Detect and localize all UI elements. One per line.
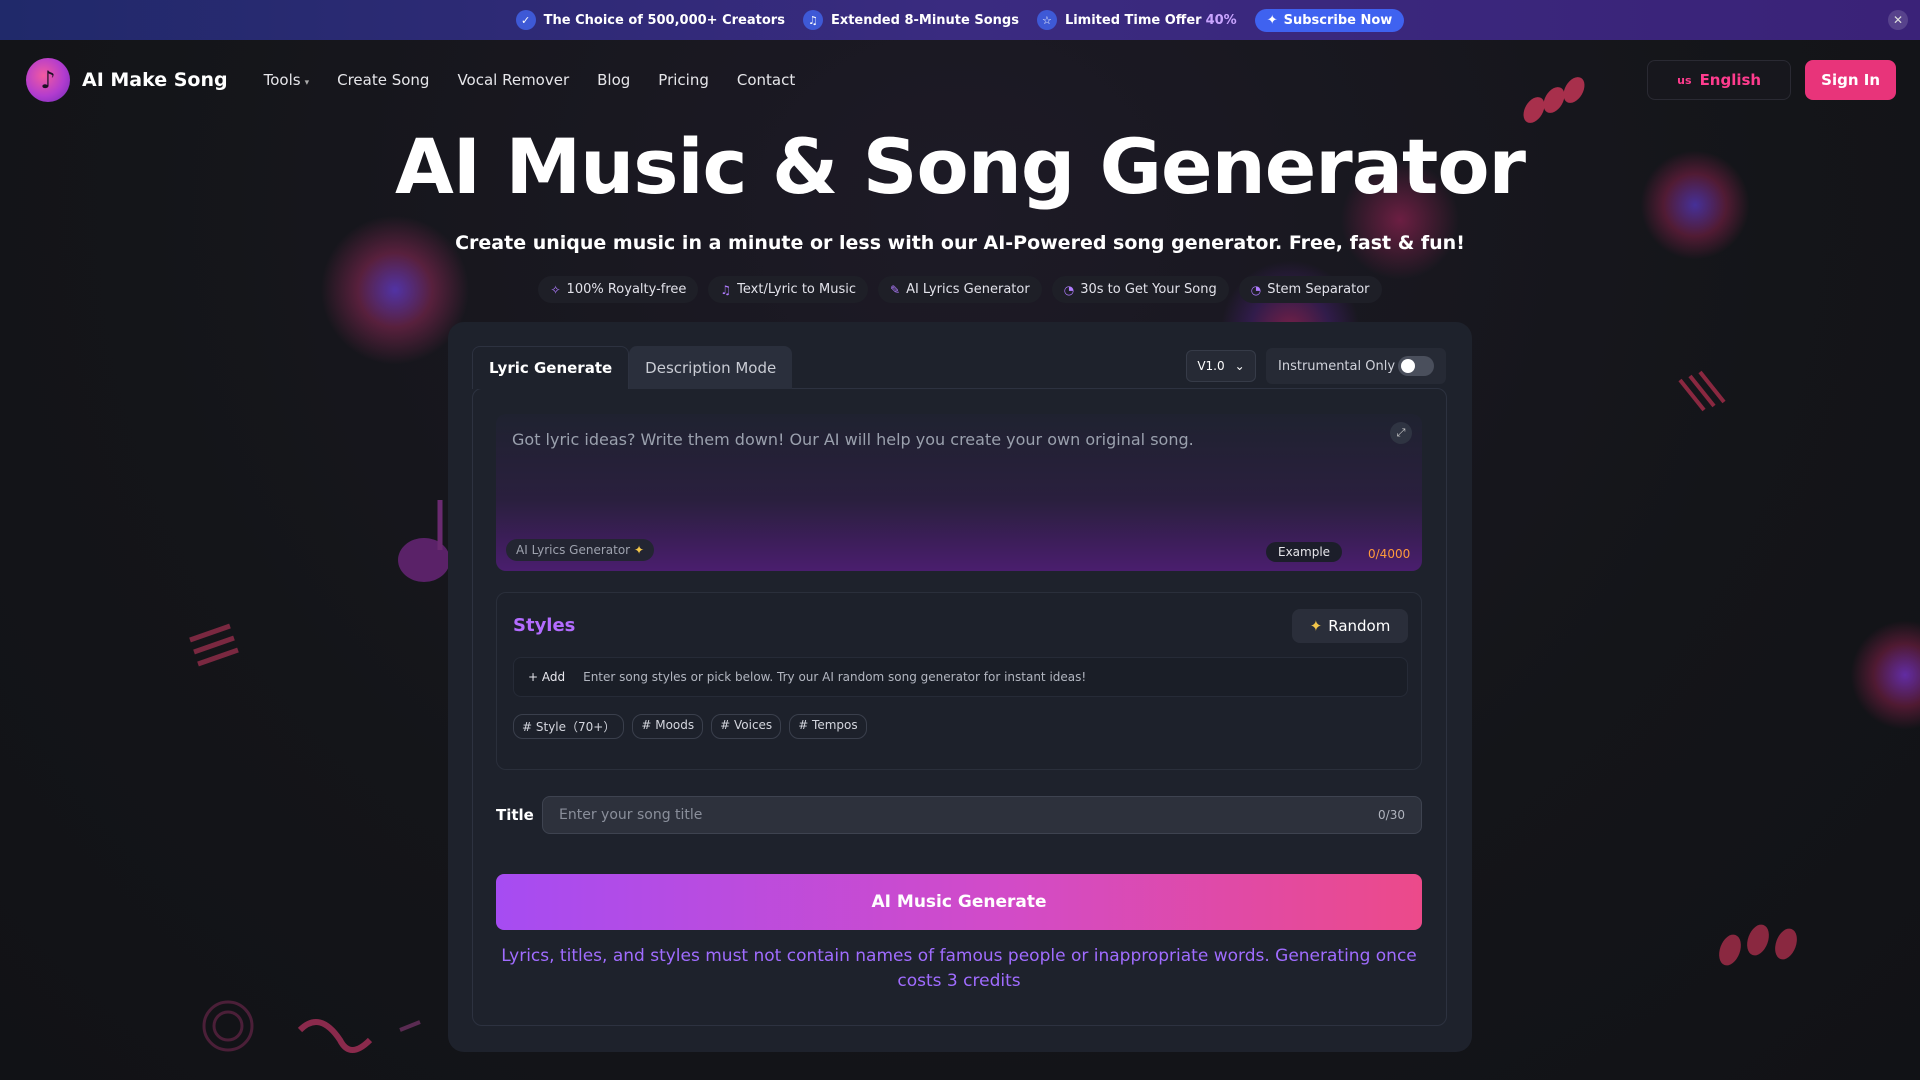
- chip-label: Text/Lyric to Music: [737, 282, 856, 297]
- sign-in-button[interactable]: Sign In: [1805, 60, 1896, 100]
- chip-label: Stem Separator: [1267, 282, 1370, 297]
- toggle-knob: [1401, 359, 1415, 373]
- top-nav: ♪ AI Make Song Tools ▾ Create Song Vocal …: [0, 40, 1920, 120]
- pen-icon: ✎: [890, 282, 901, 297]
- background-glow: [1850, 620, 1920, 730]
- page-title: AI Music & Song Generator: [394, 122, 1526, 211]
- lyrics-placeholder: Got lyric ideas? Write them down! Our AI…: [512, 430, 1194, 449]
- feature-chip: ◔ 30s to Get Your Song: [1051, 276, 1229, 303]
- nav-item-contact[interactable]: Contact: [737, 71, 795, 89]
- version-select[interactable]: V1.0 ⌄: [1186, 350, 1256, 382]
- page: ✓ The Choice of 500,000+ Creators ♫ Exte…: [0, 0, 1920, 1080]
- chevron-down-icon: ▾: [304, 78, 310, 88]
- chip-label: 30s to Get Your Song: [1080, 282, 1217, 297]
- ai-lyrics-label: AI Lyrics Generator: [516, 543, 631, 557]
- timer-icon: ◔: [1063, 282, 1075, 297]
- banner-item-label: Limited Time Offer: [1064, 12, 1202, 28]
- chip-label: 100% Royalty-free: [566, 282, 687, 297]
- stripes-decoration-icon: [1678, 370, 1726, 412]
- brand-name: AI Make Song: [82, 69, 228, 91]
- stripes-decoration-icon: [189, 623, 239, 667]
- brand-logo[interactable]: ♪ AI Make Song: [26, 58, 228, 102]
- music-note-icon: ♫: [802, 10, 823, 30]
- language-selector[interactable]: us English: [1647, 60, 1792, 100]
- us-flag-icon: us: [1677, 73, 1692, 87]
- nav-item-label: Tools: [263, 71, 301, 89]
- logo-icon: ♪: [26, 58, 70, 102]
- banner-item-label: The Choice of 500,000+ Creators: [543, 12, 785, 28]
- language-label: English: [1699, 71, 1762, 89]
- nav-item-create-song[interactable]: Create Song: [337, 71, 429, 89]
- instrumental-toggle-group: Instrumental Only: [1266, 348, 1446, 384]
- timer-icon: ◔: [1250, 282, 1262, 297]
- nav-item-tools[interactable]: Tools ▾: [264, 71, 309, 89]
- sparkle-icon: ✦: [633, 543, 645, 557]
- ai-lyrics-generator-button[interactable]: AI Lyrics Generator ✦: [506, 539, 655, 561]
- chip-label: AI Lyrics Generator: [906, 282, 1030, 297]
- styles-title: Styles: [513, 615, 576, 636]
- nav-item-blog[interactable]: Blog: [597, 71, 630, 89]
- sparkle-icon: ✦: [1266, 12, 1278, 28]
- title-placeholder: Enter your song title: [559, 807, 703, 823]
- tab-lyric-generate[interactable]: Lyric Generate: [472, 346, 630, 389]
- feature-chip: ✧ 100% Royalty-free: [538, 276, 699, 303]
- styles-input[interactable]: + Add Enter song styles or pick below. T…: [513, 657, 1408, 697]
- main-menu: Tools ▾ Create Song Vocal Remover Blog Pr…: [264, 71, 796, 89]
- song-title-input[interactable]: Enter your song title 0/30: [542, 796, 1422, 834]
- page-subtitle: Create unique music in a minute or less …: [455, 232, 1465, 254]
- music-note-icon: ♫: [720, 282, 732, 297]
- generate-music-button[interactable]: AI Music Generate: [496, 874, 1422, 930]
- styles-placeholder: Enter song styles or pick below. Try our…: [583, 670, 1087, 684]
- style-tags: # Style（70+） # Moods # Voices # Tempos: [513, 714, 867, 739]
- mode-tabs: Lyric Generate Description Mode: [472, 346, 793, 389]
- promo-banner: ✓ The Choice of 500,000+ Creators ♫ Exte…: [0, 0, 1920, 40]
- banner-item-songs: ♫ Extended 8-Minute Songs: [802, 10, 1019, 30]
- styles-section: Styles ✦ Random + Add Enter song styles …: [496, 592, 1422, 770]
- random-label: Random: [1328, 617, 1391, 635]
- sparkle-icon: ✦: [1309, 617, 1323, 635]
- nav-item-vocal-remover[interactable]: Vocal Remover: [457, 71, 569, 89]
- lyrics-char-counter: 0/4000: [1368, 547, 1411, 561]
- title-char-counter: 0/30: [1378, 808, 1405, 822]
- subscribe-label: Subscribe Now: [1283, 12, 1393, 28]
- tag-style[interactable]: # Style（70+）: [513, 714, 625, 739]
- instrumental-label: Instrumental Only: [1278, 358, 1396, 374]
- tab-description-mode[interactable]: Description Mode: [629, 346, 793, 389]
- feature-chips: ✧ 100% Royalty-free ♫ Text/Lyric to Music …: [0, 276, 1920, 303]
- expand-icon[interactable]: ⤢: [1390, 422, 1412, 444]
- subscribe-button[interactable]: ✦ Subscribe Now: [1254, 8, 1405, 32]
- star-icon: ☆: [1036, 10, 1057, 30]
- tag-voices[interactable]: # Voices: [711, 714, 782, 739]
- feature-chip: ♫ Text/Lyric to Music: [708, 276, 868, 303]
- tag-moods[interactable]: # Moods: [632, 714, 704, 739]
- version-label: V1.0: [1197, 359, 1225, 373]
- title-label: Title: [496, 806, 534, 824]
- feature-chip: ✎ AI Lyrics Generator: [878, 276, 1042, 303]
- add-style-button[interactable]: + Add: [528, 670, 565, 684]
- banner-item-creators: ✓ The Choice of 500,000+ Creators: [515, 10, 785, 30]
- close-banner-icon[interactable]: ✕: [1888, 10, 1908, 30]
- check-icon: ✓: [515, 10, 536, 30]
- lyrics-input[interactable]: Got lyric ideas? Write them down! Our AI…: [496, 414, 1422, 571]
- tag-tempos[interactable]: # Tempos: [789, 714, 867, 739]
- banner-item-label: Extended 8-Minute Songs: [830, 12, 1019, 28]
- offer-percentage: 40%: [1205, 12, 1237, 28]
- nav-item-pricing[interactable]: Pricing: [658, 71, 709, 89]
- usage-note: Lyrics, titles, and styles must not cont…: [501, 946, 1417, 991]
- instrumental-toggle[interactable]: [1398, 356, 1434, 376]
- title-row: Title Enter your song title 0/30: [496, 796, 1422, 834]
- example-button[interactable]: Example: [1266, 542, 1343, 562]
- chevron-down-icon: ⌄: [1234, 359, 1245, 373]
- banner-item-offer: ☆ Limited Time Offer 40%: [1036, 10, 1237, 30]
- random-style-button[interactable]: ✦ Random: [1292, 609, 1408, 643]
- feature-chip: ◔ Stem Separator: [1238, 276, 1382, 303]
- music-note-decoration-icon: [1719, 924, 1797, 966]
- sparkle-icon: ✧: [550, 282, 561, 297]
- nav-actions: us English Sign In: [1647, 60, 1896, 100]
